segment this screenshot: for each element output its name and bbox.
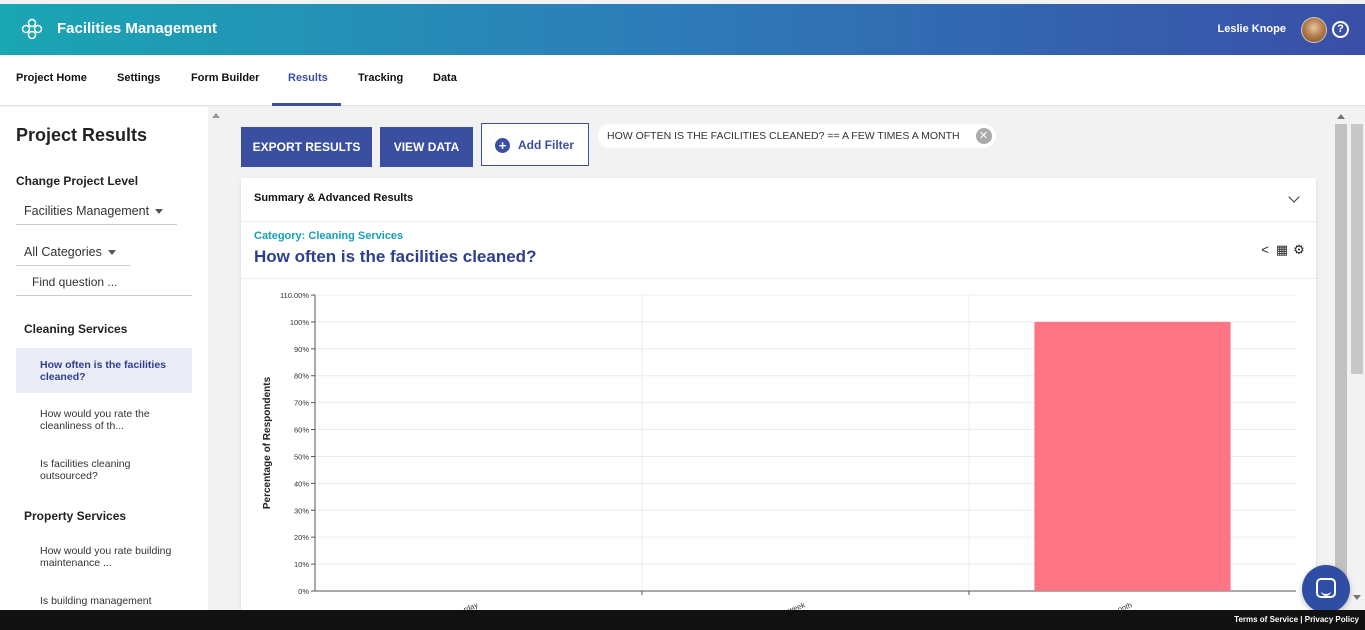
add-filter-label: Add Filter <box>518 138 574 152</box>
flower-logo-icon[interactable] <box>21 18 43 40</box>
terms-link[interactable]: Terms of Service <box>1234 615 1298 624</box>
add-filter-button[interactable]: + Add Filter <box>481 123 589 166</box>
chevron-down-icon[interactable] <box>1288 191 1300 203</box>
filter-chip: HOW OFTEN IS THE FACILITIES CLEANED? == … <box>598 124 996 148</box>
question-item[interactable]: How often is the facilities cleaned? <box>16 348 192 393</box>
change-level-label: Change Project Level <box>16 174 139 188</box>
user-name[interactable]: Leslie Knope <box>1218 23 1286 35</box>
project-level-value: Facilities Management <box>24 204 150 218</box>
filter-chip-text: HOW OFTEN IS THE FACILITIES CLEANED? == … <box>607 130 960 142</box>
y-tick-label: 30% <box>294 506 309 515</box>
bar-chart: 0% 10% 20% 30% 40% 50% 60% 70% 80% 90% 100% 110.00%… <box>262 291 1296 610</box>
help-circle-icon[interactable]: ? <box>1332 21 1349 38</box>
tab-project-home[interactable]: Project Home <box>16 72 87 84</box>
y-tick-label: 90% <box>294 345 309 354</box>
find-question-input[interactable]: Find question ... <box>16 275 192 296</box>
results-card: Summary & Advanced Results Category: Cle… <box>241 178 1316 610</box>
question-item[interactable]: Is building management <box>16 584 192 610</box>
section-cleaning-services[interactable]: Cleaning Services <box>24 322 127 336</box>
y-tick-label: 110.00% <box>280 291 309 300</box>
section-property-services[interactable]: Property Services <box>24 509 126 523</box>
tab-settings[interactable]: Settings <box>117 72 160 84</box>
y-tick-label: 10% <box>294 560 309 569</box>
footer: Terms of Service | Privacy Policy <box>0 610 1365 630</box>
y-tick-label: 80% <box>294 372 309 381</box>
bar <box>1034 321 1231 591</box>
question-item[interactable]: Is facilities cleaning outsourced? <box>16 447 192 492</box>
close-icon[interactable]: ✕ <box>975 128 992 144</box>
tab-data[interactable]: Data <box>433 72 457 84</box>
view-data-button[interactable]: VIEW DATA <box>380 127 473 167</box>
category-value: All Categories <box>24 245 102 259</box>
footer-separator: | <box>1298 615 1305 624</box>
scrollbar-thumb[interactable] <box>1335 124 1347 594</box>
category-label: Category: Cleaning Services <box>254 230 404 242</box>
scroll-down-icon[interactable] <box>1353 595 1361 600</box>
chat-button[interactable] <box>1302 565 1350 613</box>
footer-links: Terms of Service | Privacy Policy <box>1234 615 1359 624</box>
tab-tracking[interactable]: Tracking <box>358 72 403 84</box>
question-title: How often is the facilities cleaned? <box>254 247 537 266</box>
table-icon[interactable]: ▦ <box>1275 243 1289 257</box>
y-tick-label: 40% <box>294 479 309 488</box>
sidebar-title: Project Results <box>16 125 148 145</box>
y-tick-label: 100% <box>290 318 310 327</box>
y-tick-label: 50% <box>294 452 309 461</box>
chevron-down-icon <box>107 250 116 256</box>
y-tick-label: 60% <box>294 426 309 435</box>
sidebar: Project Results Change Project Level Fac… <box>0 107 208 610</box>
scroll-up-icon[interactable] <box>1337 114 1345 119</box>
scroll-up-icon[interactable] <box>212 113 220 118</box>
export-results-button[interactable]: EXPORT RESULTS <box>241 127 372 167</box>
summary-header[interactable]: Summary & Advanced Results <box>254 192 413 204</box>
gear-icon[interactable]: ⚙ <box>1292 243 1306 257</box>
tab-results[interactable]: Results <box>288 72 328 84</box>
divider <box>241 221 1316 222</box>
app-title[interactable]: Facilities Management <box>57 20 217 37</box>
share-icon[interactable]: < <box>1258 243 1272 257</box>
chevron-down-icon <box>155 209 164 215</box>
scrollbar-thumb-secondary[interactable] <box>1351 124 1363 374</box>
chat-icon <box>1316 578 1336 598</box>
x-tick-label: ...rday <box>457 600 480 610</box>
privacy-link[interactable]: Privacy Policy <box>1305 615 1359 624</box>
active-tab-indicator <box>272 103 341 106</box>
question-item[interactable]: How would you rate the cleanliness of th… <box>16 397 192 442</box>
y-tick-label: 20% <box>294 533 309 542</box>
x-tick-label: ...week <box>781 600 807 610</box>
plus-icon: + <box>495 138 510 153</box>
category-select[interactable]: All Categories <box>16 245 130 266</box>
question-item[interactable]: How would you rate building maintenance … <box>16 534 192 579</box>
sidebar-scrollbar[interactable] <box>208 107 225 610</box>
nav-bar: Project Home Settings Form Builder Resul… <box>0 55 1365 106</box>
y-tick-label: 70% <box>294 399 309 408</box>
main-scrollbar[interactable] <box>1333 107 1365 610</box>
tab-form-builder[interactable]: Form Builder <box>191 72 259 84</box>
x-tick-label: ...onth <box>1111 600 1134 610</box>
project-level-select[interactable]: Facilities Management <box>16 204 177 225</box>
top-header: Facilities Management Leslie Knope ? <box>0 4 1365 55</box>
y-axis-label: Percentage of Respondents <box>262 376 273 509</box>
user-avatar[interactable] <box>1301 17 1327 43</box>
y-tick-label: 0% <box>298 587 309 596</box>
chart-tools: < ▦ ⚙ <box>1258 243 1306 257</box>
